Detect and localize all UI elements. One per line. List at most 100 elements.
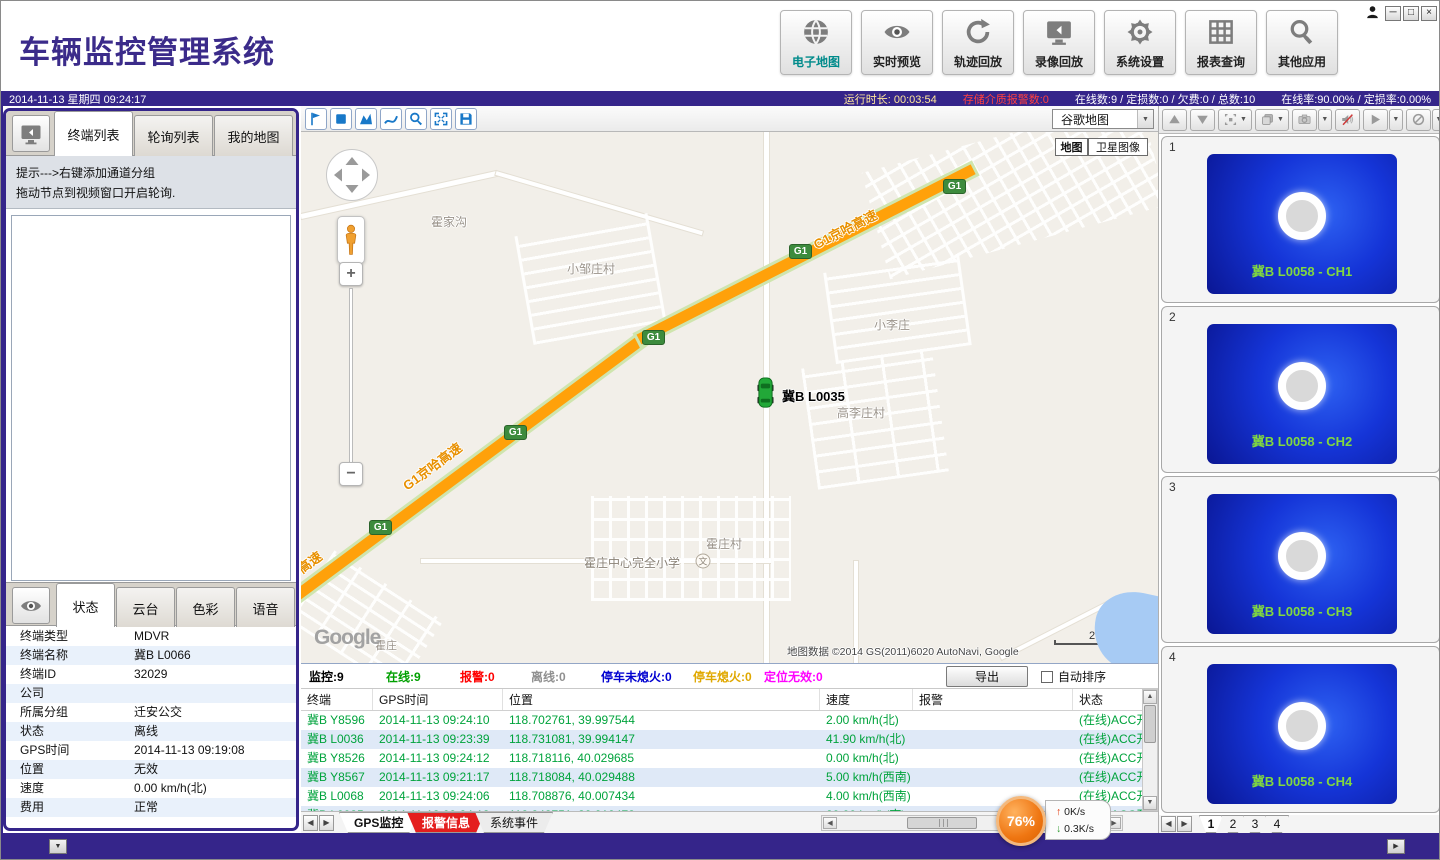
terminal-list-icon-button[interactable] [12, 115, 50, 152]
toolbar-other-button[interactable]: 其他应用 [1266, 10, 1338, 75]
tab-1[interactable]: GPS监控 [339, 812, 418, 833]
video-play-dropdown[interactable]: ▼ [1389, 109, 1403, 131]
video-block-button[interactable] [1406, 109, 1431, 131]
toolbar-emap-button[interactable]: 电子地图 [780, 10, 852, 75]
video-page-tab-4[interactable]: 4 [1265, 815, 1289, 833]
video-mute-button[interactable] [1335, 109, 1360, 131]
autosort-checkbox[interactable] [1041, 671, 1053, 683]
tab-2[interactable]: 报警信息 [407, 812, 485, 833]
table-cell: 2014-11-13 09:24:12 [373, 749, 503, 768]
scroll-left-icon[interactable]: ◀ [823, 817, 837, 829]
column-header[interactable]: 位置 [503, 689, 820, 710]
column-header[interactable]: 终端 [301, 689, 373, 710]
zoom-in-button[interactable]: + [339, 262, 363, 286]
stop-button[interactable] [330, 108, 352, 130]
video-screen[interactable]: 冀B L0058 - CH1 [1207, 154, 1397, 294]
minimize-button[interactable]: ─ [1385, 6, 1401, 21]
toolbar-button-label: 系统设置 [1116, 53, 1164, 70]
replay-icon [963, 14, 993, 50]
sidebar-tab-3[interactable]: 我的地图 [214, 115, 293, 156]
video-play-button[interactable] [1363, 109, 1388, 131]
map-canvas[interactable]: G1京哈高速 G1京哈高速 高速 G1G1G1G1G1 霍家沟 小邹庄村 小李庄… [301, 132, 1158, 663]
table-row[interactable]: 冀B L00362014-11-13 09:23:39118.731081, 3… [301, 730, 1142, 749]
export-button[interactable]: 导出 [946, 666, 1028, 687]
tabs-scroll-right-button[interactable]: ▶ [319, 815, 334, 831]
zoom-slider-track[interactable] [349, 288, 353, 464]
sidebar-bottom-tab-4[interactable]: 语音 [236, 587, 295, 628]
map-pan-control[interactable] [325, 148, 379, 202]
vehicle-label: 冀B L0035 [782, 386, 845, 405]
video-cell[interactable]: 1冀B L0058 - CH1 [1161, 136, 1440, 303]
video-cell[interactable]: 3冀B L0058 - CH3 [1161, 476, 1440, 643]
sidebar-bottom-tab-2[interactable]: 云台 [116, 587, 175, 628]
tab-3[interactable]: 系统事件 [475, 812, 553, 833]
curve-button[interactable] [380, 108, 402, 130]
table-row[interactable]: 冀B Y85672014-11-13 09:21:17118.718084, 4… [301, 768, 1142, 787]
flag-button[interactable] [305, 108, 327, 130]
video-up-arrow-button[interactable] [1162, 109, 1187, 131]
polygon-button[interactable] [355, 108, 377, 130]
table-cell: 118.718084, 40.029488 [503, 768, 820, 787]
zoom-out-button[interactable]: − [339, 462, 363, 486]
video-screen[interactable]: 冀B L0058 - CH2 [1207, 324, 1397, 464]
sidebar-bottom-tab-3[interactable]: 色彩 [176, 587, 235, 628]
video-camera-dropdown[interactable]: ▼ [1318, 109, 1332, 131]
scroll-down-icon[interactable]: ▼ [1143, 796, 1157, 810]
video-page-tab-1[interactable]: 1 [1199, 815, 1223, 833]
sidebar-tab-2[interactable]: 轮询列表 [134, 115, 213, 156]
tray-toggle-button[interactable]: ▼ [49, 839, 67, 854]
column-header[interactable]: 速度 [820, 689, 913, 710]
pages-scroll-left-button[interactable]: ◀ [1161, 816, 1176, 832]
video-screen[interactable]: 冀B L0058 - CH3 [1207, 494, 1397, 634]
toolbar-track-button[interactable]: 轨迹回放 [942, 10, 1014, 75]
toolbar-report-button[interactable]: 报表查询 [1185, 10, 1257, 75]
table-row[interactable]: 冀B Y85962014-11-13 09:24:10118.702761, 3… [301, 711, 1142, 730]
user-icon[interactable] [1365, 5, 1383, 21]
fullscreen-button[interactable] [430, 108, 452, 130]
video-page-tab-2[interactable]: 2 [1221, 815, 1245, 833]
video-screen[interactable]: 冀B L0058 - CH4 [1207, 664, 1397, 804]
zoom-button[interactable] [405, 108, 427, 130]
pages-scroll-right-button[interactable]: ▶ [1177, 816, 1192, 832]
column-header[interactable]: 状态 [1073, 689, 1142, 710]
restore-button[interactable]: □ [1403, 6, 1419, 21]
video-cell[interactable]: 2冀B L0058 - CH2 [1161, 306, 1440, 473]
toolbar-settings-button[interactable]: 系统设置 [1104, 10, 1176, 75]
save-button[interactable] [455, 108, 477, 130]
video-layers-button[interactable]: ▼ [1255, 109, 1289, 131]
video-screen-layout-button[interactable]: ▼ [1218, 109, 1252, 131]
streetview-pegman-icon[interactable] [337, 216, 365, 264]
tabs-scroll-left-button[interactable]: ◀ [303, 815, 318, 831]
maptype-satellite-button[interactable]: 卫星图像 [1088, 138, 1148, 156]
table-vertical-scrollbar[interactable]: ▲ ▼ [1142, 689, 1158, 811]
chevron-down-icon[interactable]: ▼ [1137, 110, 1153, 128]
sidebar-tab-1[interactable]: 终端列表 [54, 111, 133, 156]
scroll-up-icon[interactable]: ▲ [1143, 690, 1157, 704]
scrollbar-thumb[interactable] [907, 817, 977, 829]
terminal-tree[interactable] [11, 215, 291, 581]
network-usage-badge[interactable]: 76% [996, 796, 1046, 846]
video-down-arrow-button[interactable] [1190, 109, 1215, 131]
toolbar-playback-button[interactable]: 录像回放 [1023, 10, 1095, 75]
map-provider-select[interactable]: 谷歌地图 ▼ [1052, 109, 1154, 129]
scrollbar-thumb[interactable] [1144, 705, 1156, 743]
vehicle-marker-icon[interactable] [757, 377, 774, 410]
toolbar-button-label: 实时预览 [873, 53, 921, 70]
panel-toggle-button[interactable]: ▶ [1387, 839, 1405, 854]
status-panel-icon-button[interactable] [12, 587, 50, 624]
close-button[interactable]: × [1421, 6, 1437, 21]
column-header[interactable]: GPS时间 [373, 689, 503, 710]
video-channel-label: 冀B L0058 - CH2 [1207, 431, 1397, 450]
video-block-dropdown[interactable]: ▼ [1432, 109, 1440, 131]
play-icon [1368, 112, 1383, 127]
column-header[interactable]: 报警 [913, 689, 1073, 710]
video-cell[interactable]: 4冀B L0058 - CH4 [1161, 646, 1440, 813]
place-label: 霍家沟 [431, 213, 467, 230]
table-row[interactable]: 冀B Y85262014-11-13 09:24:12118.718116, 4… [301, 749, 1142, 768]
video-page-tab-3[interactable]: 3 [1243, 815, 1267, 833]
maptype-map-button[interactable]: 地图 [1055, 138, 1088, 156]
video-camera-button[interactable] [1292, 109, 1317, 131]
sidebar-bottom-tab-1[interactable]: 状态 [56, 583, 115, 628]
toolbar-preview-button[interactable]: 实时预览 [861, 10, 933, 75]
table-cell: 冀B Y8526 [301, 749, 373, 768]
